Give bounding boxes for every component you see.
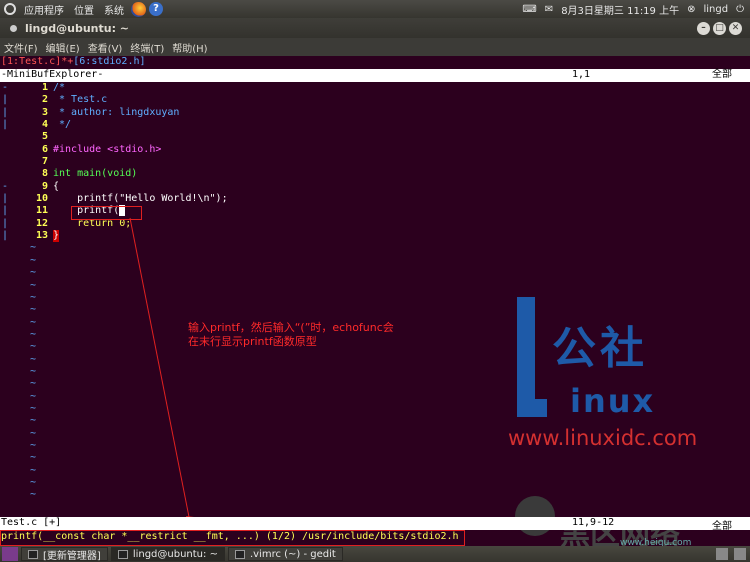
watermark-inux: inux — [570, 382, 656, 420]
watermark-gongshe: 公社 — [552, 323, 648, 374]
terminal-icon — [117, 549, 128, 559]
task-label: [更新管理器] — [43, 550, 101, 562]
task-terminal[interactable]: lingd@ubuntu: ~ — [110, 547, 225, 561]
heiqu-logo-icon — [515, 496, 555, 536]
watermark-l-shape — [517, 297, 547, 417]
bottom-taskbar: [更新管理器] lingd@ubuntu: ~ .vimrc (~) - ged… — [0, 546, 750, 562]
task-label: lingd@ubuntu: ~ — [132, 548, 218, 560]
annotation-text: 输入printf，然后输入“(”时，echofunc会在末行显示printf函数… — [188, 321, 394, 348]
annotation-arrow — [129, 217, 194, 528]
window-icon — [28, 549, 38, 559]
trash-icon[interactable] — [716, 548, 728, 560]
show-desktop-icon[interactable] — [2, 547, 18, 561]
task-label: .vimrc (~) - gedit — [249, 548, 336, 560]
text-editor-icon — [234, 549, 245, 559]
task-gedit[interactable]: .vimrc (~) - gedit — [227, 547, 343, 561]
workspace-icon[interactable] — [734, 548, 746, 560]
watermark-url: www.linuxidc.com — [508, 426, 698, 450]
task-update-manager[interactable]: [更新管理器] — [21, 547, 108, 562]
